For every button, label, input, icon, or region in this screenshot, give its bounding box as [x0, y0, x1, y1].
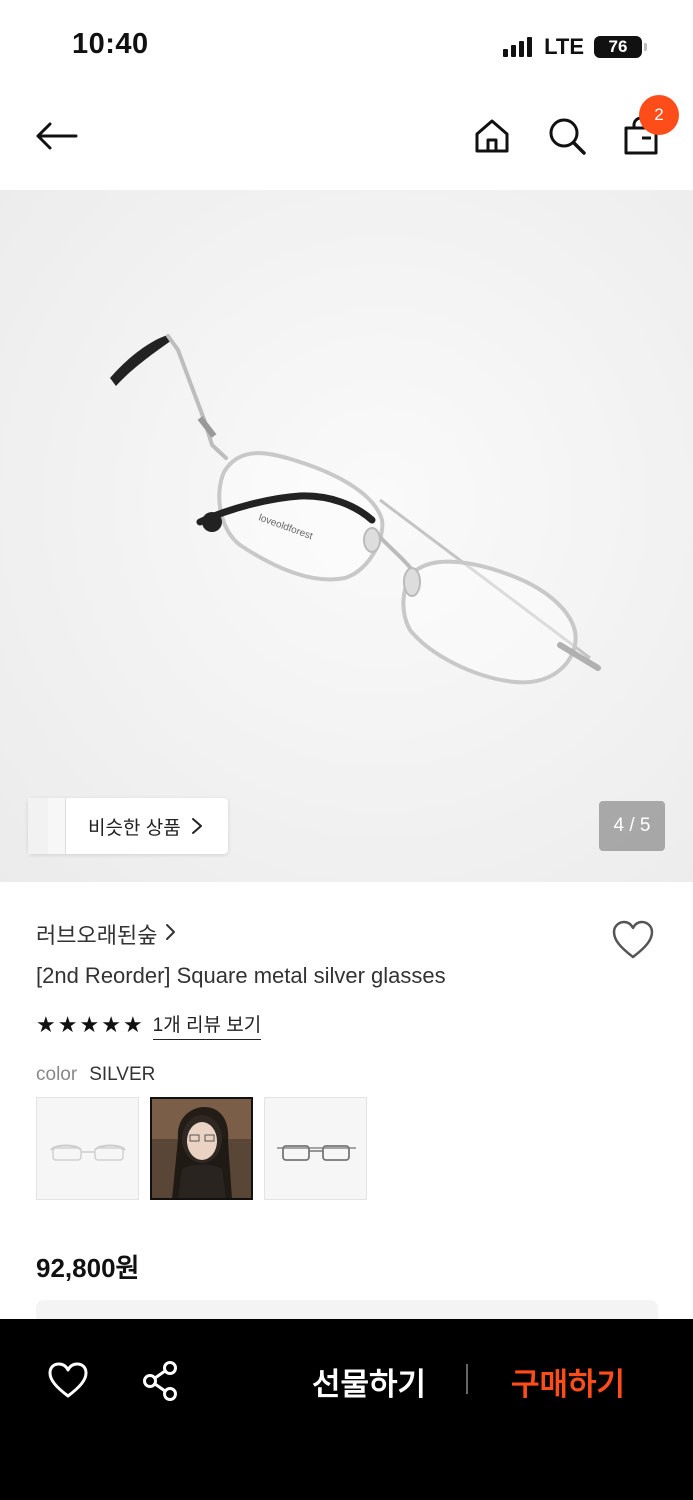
bottom-wishlist-button[interactable] [46, 1359, 90, 1403]
star-icon: ★ [36, 1012, 56, 1037]
heart-icon [48, 1362, 88, 1398]
status-time: 10:40 [72, 28, 149, 60]
product-photo: loveoldforest [110, 334, 601, 685]
cart-count-badge: 2 [639, 95, 679, 135]
product-price: 92,800원 [36, 1253, 140, 1283]
arrow-left-icon [36, 122, 78, 150]
similar-products-label: 비슷한 상품 [88, 817, 181, 839]
brand-link[interactable]: 러브오래된숲 [36, 918, 177, 950]
product-image-carousel[interactable]: loveoldforest 비슷한 상품 4 / 5 [0, 190, 693, 882]
home-button[interactable] [468, 112, 516, 160]
battery-level: 76 [608, 37, 628, 56]
image-page-indicator: 4 / 5 [599, 801, 665, 851]
brand-name: 러브오래된숲 [36, 923, 158, 948]
network-label: LTE [544, 34, 584, 59]
search-icon [549, 118, 586, 155]
swatch-thumbnail-2[interactable] [150, 1097, 253, 1200]
color-value: SILVER [89, 1064, 156, 1085]
similar-thumbnails [28, 798, 68, 854]
wishlist-button[interactable] [610, 918, 656, 962]
share-icon [143, 1361, 177, 1401]
share-button[interactable] [138, 1359, 182, 1403]
signal-icon [503, 37, 533, 57]
color-option-row: color SILVER [36, 1064, 155, 1086]
rating-row: ★ ★ ★ ★ ★ 1개 리뷰 보기 [36, 1010, 262, 1040]
home-icon [475, 119, 509, 153]
battery-icon: 76 [594, 36, 642, 58]
swatch-thumbnail-3[interactable] [264, 1097, 367, 1200]
battery-cap [644, 43, 647, 51]
similar-products-button[interactable]: 비슷한 상품 [28, 798, 228, 854]
divider [466, 1364, 468, 1394]
chevron-right-icon [165, 923, 177, 946]
swatch-thumbnail-1[interactable] [36, 1097, 139, 1200]
star-icon: ★ [57, 1012, 78, 1037]
back-button[interactable] [32, 112, 80, 160]
heart-icon [612, 920, 654, 959]
search-button[interactable] [543, 112, 591, 160]
color-label: color [36, 1064, 78, 1085]
status-bar: 10:40 LTE 76 [0, 0, 693, 90]
image-swatches [36, 1097, 367, 1200]
star-icon: ★ [79, 1012, 100, 1037]
status-indicators: LTE 76 [503, 34, 647, 60]
star-rating: ★ ★ ★ ★ ★ [36, 1012, 143, 1038]
product-title: [2nd Reorder] Square metal silver glasse… [36, 963, 446, 988]
view-reviews-link[interactable]: 1개 리뷰 보기 [152, 1010, 262, 1040]
buy-button[interactable]: 구매하기 [511, 1359, 625, 1404]
star-icon: ★ [101, 1012, 121, 1037]
star-icon: ★ [122, 1012, 143, 1037]
top-nav [0, 92, 693, 188]
bottom-action-bar: 선물하기 구매하기 [0, 1319, 693, 1500]
gift-button[interactable]: 선물하기 [312, 1359, 426, 1404]
chevron-right-icon [191, 817, 203, 835]
